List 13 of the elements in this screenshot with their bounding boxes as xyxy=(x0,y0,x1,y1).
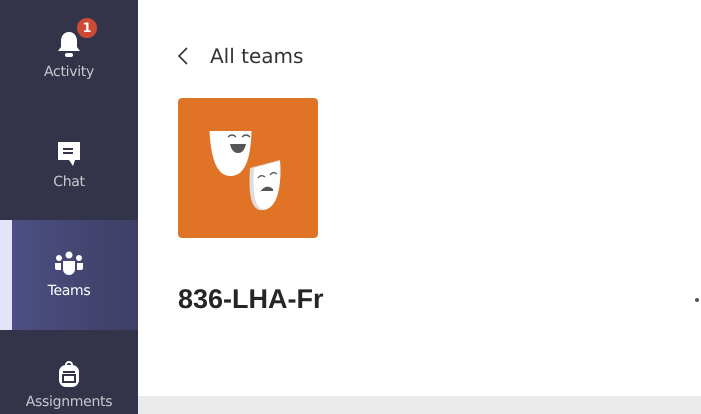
team-name: 836-LHA-Fr xyxy=(178,284,324,315)
bell-icon xyxy=(57,30,81,58)
more-icon[interactable] xyxy=(695,298,699,302)
chevron-left-icon xyxy=(178,47,188,65)
nav-item[interactable]: 1 Activity xyxy=(0,0,138,110)
back-link[interactable]: All teams xyxy=(178,44,701,68)
backpack-icon xyxy=(58,360,80,388)
chat-icon xyxy=(57,140,81,168)
nav-item[interactable]: Chat xyxy=(0,110,138,220)
notification-badge: 1 xyxy=(75,16,99,40)
nav-item[interactable]: Assignments xyxy=(0,330,138,414)
nav-item[interactable]: Teams xyxy=(0,220,138,330)
people-icon xyxy=(55,251,83,277)
